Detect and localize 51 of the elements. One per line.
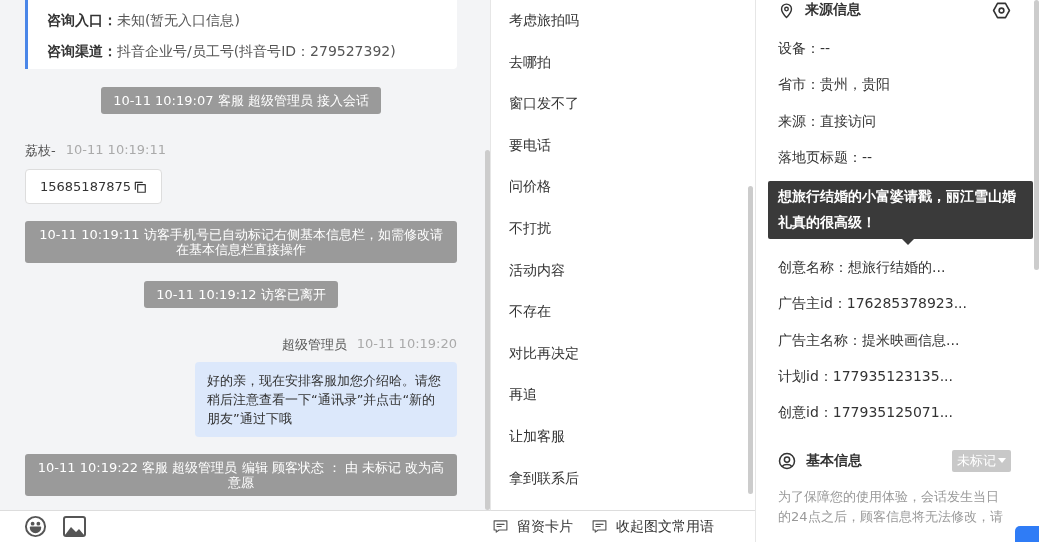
sender-name: 荔枝- — [25, 142, 56, 160]
quick-reply-item[interactable]: 考虑旅拍吗 — [509, 8, 755, 50]
tooltip-arrow-icon — [902, 239, 914, 246]
system-notice: 10-11 10:19:12 访客已离开 — [144, 281, 338, 308]
source-field: 省市：贵州，贵阳 — [778, 74, 1039, 111]
quick-reply-item[interactable]: 去哪拍 — [509, 49, 755, 92]
copy-icon[interactable] — [133, 179, 147, 194]
comment-icon — [492, 518, 509, 535]
phone-number: 15685187875 — [40, 179, 131, 194]
sender-name: 超级管理员 — [281, 336, 347, 354]
consult-info-row-text: 咨询渠道：抖音企业号/员工号(抖音号ID：279527392) — [47, 43, 397, 61]
consult-info-row-text: 咨询入口：未知(暂无入口信息) — [47, 12, 241, 30]
section-title: 来源信息 — [805, 1, 862, 19]
source-field: 设备：-- — [778, 38, 1039, 75]
quick-reply-item[interactable]: 对比再决定 — [509, 340, 755, 383]
quick-reply-item[interactable]: 不打扰 — [509, 215, 755, 258]
caret-icon — [998, 457, 1006, 464]
location-pin-icon — [778, 1, 795, 19]
section-title: 基本信息 — [806, 451, 863, 470]
notice-text: 为了保障您的使用体验，会话发生当日的24点之后，顾客信息将无法修改，请 — [778, 487, 1004, 526]
quick-reply-item[interactable]: 活动内容 — [509, 257, 755, 300]
source-field: 广告主名称：提米映画信息... — [778, 329, 1039, 367]
quick-reply-item[interactable]: 拿到联系后 — [509, 465, 755, 508]
quick-reply-item[interactable]: 问价格 — [509, 174, 755, 216]
quick-reply-item[interactable]: 窗口发不了 — [509, 91, 755, 133]
settings-icon[interactable] — [992, 0, 1011, 20]
source-field: 创意id：177935125071... — [778, 402, 1039, 439]
emoji-icon[interactable] — [24, 515, 47, 538]
source-field: 计划id：177935123135... — [778, 366, 1039, 403]
system-notice: 10-11 10:19:11 访客手机号已自动标记右侧基本信息栏，如需修改请在基本信息栏直接操作 — [25, 221, 457, 263]
quick-reply-item[interactable]: 要电话 — [509, 132, 755, 175]
quick-reply-item[interactable]: 不存在 — [509, 299, 755, 341]
toolbar-button[interactable]: 收起图文常用语 — [591, 517, 714, 536]
user-circle-icon — [778, 451, 796, 470]
quick-reply-item[interactable]: 再追 — [509, 382, 755, 424]
scrollbar[interactable] — [485, 150, 490, 510]
source-field: 来源：直接访问 — [778, 110, 1039, 147]
scrollbar[interactable] — [748, 186, 753, 494]
source-field: 落地页标题：-- — [778, 146, 1039, 184]
scrollbar[interactable] — [1034, 0, 1039, 270]
message-time: 10-11 10:19:20 — [356, 336, 457, 353]
message-time: 10-11 10:19:11 — [65, 142, 166, 159]
message-bubble: 好的亲，现在安排客服加您介绍哈。请您稍后注意查看一下“通讯录”并点击“新的朋友”通过下哦 — [195, 362, 457, 437]
quick-reply-item[interactable]: 让加客服 — [509, 423, 755, 466]
system-notice: 10-11 10:19:07 客服 超级管理员 接入会话 — [101, 87, 381, 114]
source-field: 创意名称：想旅行结婚的... — [778, 257, 1039, 294]
system-notice: 10-11 10:19:22 客服 超级管理员 编辑 顾客状态 ： 由 未标记 改为高意愿 — [25, 454, 457, 496]
comment-icon — [591, 518, 608, 535]
source-field: 广告主id：176285378923... — [778, 293, 1039, 330]
toolbar-button[interactable]: 留资卡片 — [492, 517, 573, 536]
image-icon[interactable] — [63, 516, 86, 537]
